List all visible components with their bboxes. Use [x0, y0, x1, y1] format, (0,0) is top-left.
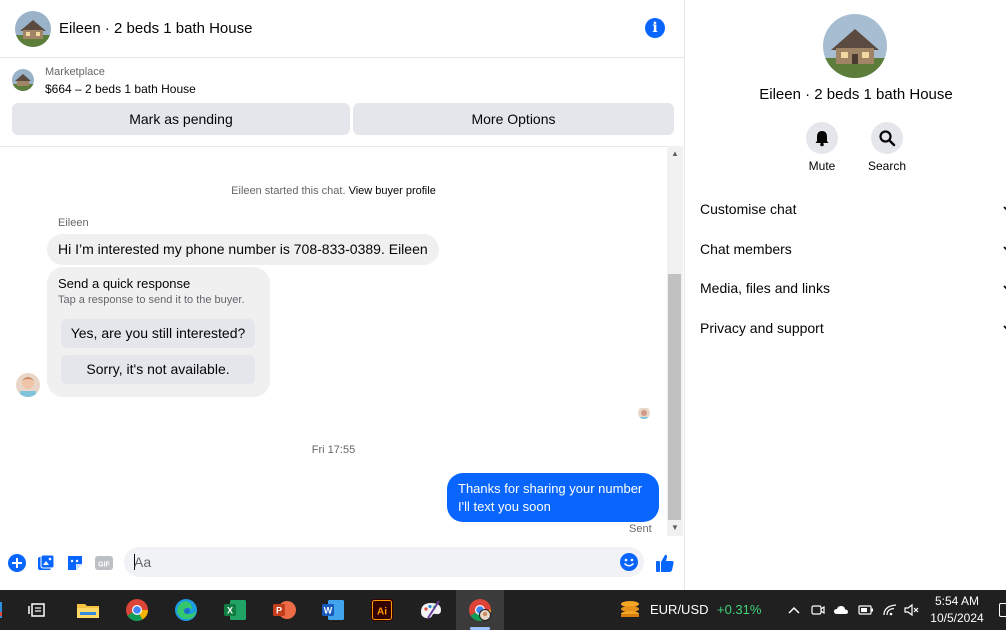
listing-source: Marketplace — [45, 66, 105, 78]
scroll-thumb[interactable] — [668, 274, 681, 520]
powerpoint-icon[interactable]: P — [272, 598, 296, 622]
word-icon[interactable]: W — [321, 598, 345, 622]
message-input-wrapper — [124, 547, 644, 577]
windows-taskbar: X P W Ai EUR/USD +0.31% 5:54 AM 10/5/202… — [0, 590, 1006, 630]
section-label: Privacy and support — [700, 320, 824, 336]
mark-as-pending-button[interactable]: Mark as pending — [12, 103, 350, 135]
task-view-icon[interactable] — [25, 598, 49, 622]
chat-header: Eileen · 2 beds 1 bath House i — [0, 0, 685, 58]
sticker-icon[interactable] — [66, 554, 84, 572]
listing-thumbnail — [12, 69, 34, 91]
quick-response-title: Send a quick response — [58, 276, 191, 291]
excel-icon[interactable]: X — [223, 598, 247, 622]
listing-row[interactable]: Marketplace $664 – 2 beds 1 bath House — [0, 62, 685, 100]
message-list: Eileen started this chat. View buyer pro… — [0, 146, 667, 536]
chat-panel: Eileen · 2 beds 1 bath House i Marketpla… — [0, 0, 685, 590]
info-icon[interactable]: i — [645, 18, 665, 38]
bell-icon — [815, 131, 829, 147]
quick-response-card: Send a quick response Tap a response to … — [47, 267, 270, 397]
notification-icon[interactable] — [999, 603, 1006, 617]
search-in-chat-button[interactable] — [871, 122, 903, 154]
ticker-name[interactable]: EUR/USD — [650, 602, 709, 617]
currency-coins-icon[interactable] — [618, 598, 642, 622]
quick-response-still-interested[interactable]: Yes, are you still interested? — [61, 319, 255, 348]
onedrive-cloud-icon[interactable] — [833, 603, 849, 617]
listing-detail: $664 – 2 beds 1 bath House — [45, 82, 196, 96]
svg-text:X: X — [227, 606, 233, 616]
chevron-up-icon[interactable] — [786, 603, 802, 617]
quick-response-not-available[interactable]: Sorry, it's not available. — [61, 355, 255, 384]
gif-icon[interactable]: GIF — [95, 554, 113, 572]
message-scrollbar[interactable]: ▲ ▼ — [667, 146, 683, 536]
message-composer: GIF — [0, 543, 685, 585]
profile-avatar[interactable] — [823, 14, 887, 78]
edge-icon[interactable] — [174, 598, 198, 622]
chevron-down-icon — [1003, 325, 1006, 330]
chevron-down-icon — [1003, 206, 1006, 211]
sent-status: Sent — [629, 523, 652, 535]
scroll-up-icon[interactable]: ▲ — [667, 147, 683, 161]
file-explorer-icon[interactable] — [76, 598, 100, 622]
view-buyer-profile-link[interactable]: View buyer profile — [349, 185, 436, 197]
chrome-profile-icon[interactable] — [468, 598, 492, 622]
seen-avatar — [638, 407, 650, 419]
svg-text:GIF: GIF — [98, 562, 110, 569]
section-customise-chat[interactable]: Customise chat — [700, 201, 1006, 221]
chat-info-panel: Eileen · 2 beds 1 bath House Mute Search… — [686, 0, 1006, 590]
incoming-message-bubble[interactable]: Hi I’m interested my phone number is 708… — [47, 234, 439, 265]
paint-icon[interactable] — [419, 598, 443, 622]
mute-label: Mute — [808, 159, 836, 173]
clock-time[interactable]: 5:54 AM — [928, 594, 986, 608]
battery-icon[interactable] — [858, 603, 874, 617]
illustrator-icon[interactable]: Ai — [370, 598, 394, 622]
listing-avatar[interactable] — [15, 10, 51, 47]
svg-text:Ai: Ai — [377, 607, 387, 618]
mute-button[interactable] — [806, 122, 838, 154]
section-label: Media, files and links — [700, 280, 830, 296]
start-fragment-icon[interactable] — [0, 598, 18, 622]
quick-response-subtitle: Tap a response to send it to the buyer. — [58, 294, 245, 306]
wifi-icon[interactable] — [882, 603, 898, 617]
search-icon — [879, 130, 896, 147]
message-input[interactable] — [134, 553, 604, 571]
chevron-down-icon — [1003, 246, 1006, 251]
volume-muted-icon[interactable] — [904, 603, 920, 617]
section-chat-members[interactable]: Chat members — [700, 241, 1006, 261]
scroll-down-icon[interactable]: ▼ — [667, 521, 683, 535]
thumbs-up-icon[interactable] — [655, 553, 675, 573]
sender-avatar[interactable] — [16, 373, 40, 397]
search-label: Search — [867, 159, 907, 173]
plus-icon[interactable] — [8, 554, 26, 572]
outgoing-message-bubble[interactable]: Thanks for sharing your number I'll text… — [447, 473, 659, 522]
svg-text:P: P — [276, 606, 282, 616]
meet-now-icon[interactable] — [810, 603, 826, 617]
section-label: Chat members — [700, 241, 792, 257]
info-title: Eileen · 2 beds 1 bath House — [759, 86, 953, 103]
clock-date[interactable]: 10/5/2024 — [928, 611, 986, 625]
sender-name: Eileen — [58, 217, 89, 229]
system-message-text: Eileen started this chat. — [231, 185, 346, 197]
photo-icon[interactable] — [37, 554, 55, 572]
emoji-icon[interactable] — [620, 553, 638, 571]
svg-text:W: W — [324, 606, 333, 616]
section-label: Customise chat — [700, 201, 797, 217]
chevron-down-icon — [1003, 285, 1006, 290]
message-timestamp: Fri 17:55 — [311, 444, 356, 456]
ticker-change[interactable]: +0.31% — [717, 602, 761, 617]
section-privacy-support[interactable]: Privacy and support — [700, 320, 1006, 340]
chat-title: Eileen · 2 beds 1 bath House — [59, 20, 253, 37]
chrome-icon[interactable] — [125, 598, 149, 622]
section-media-files-links[interactable]: Media, files and links — [700, 280, 1006, 300]
system-message: Eileen started this chat. View buyer pro… — [0, 185, 667, 197]
more-options-button[interactable]: More Options — [353, 103, 674, 135]
